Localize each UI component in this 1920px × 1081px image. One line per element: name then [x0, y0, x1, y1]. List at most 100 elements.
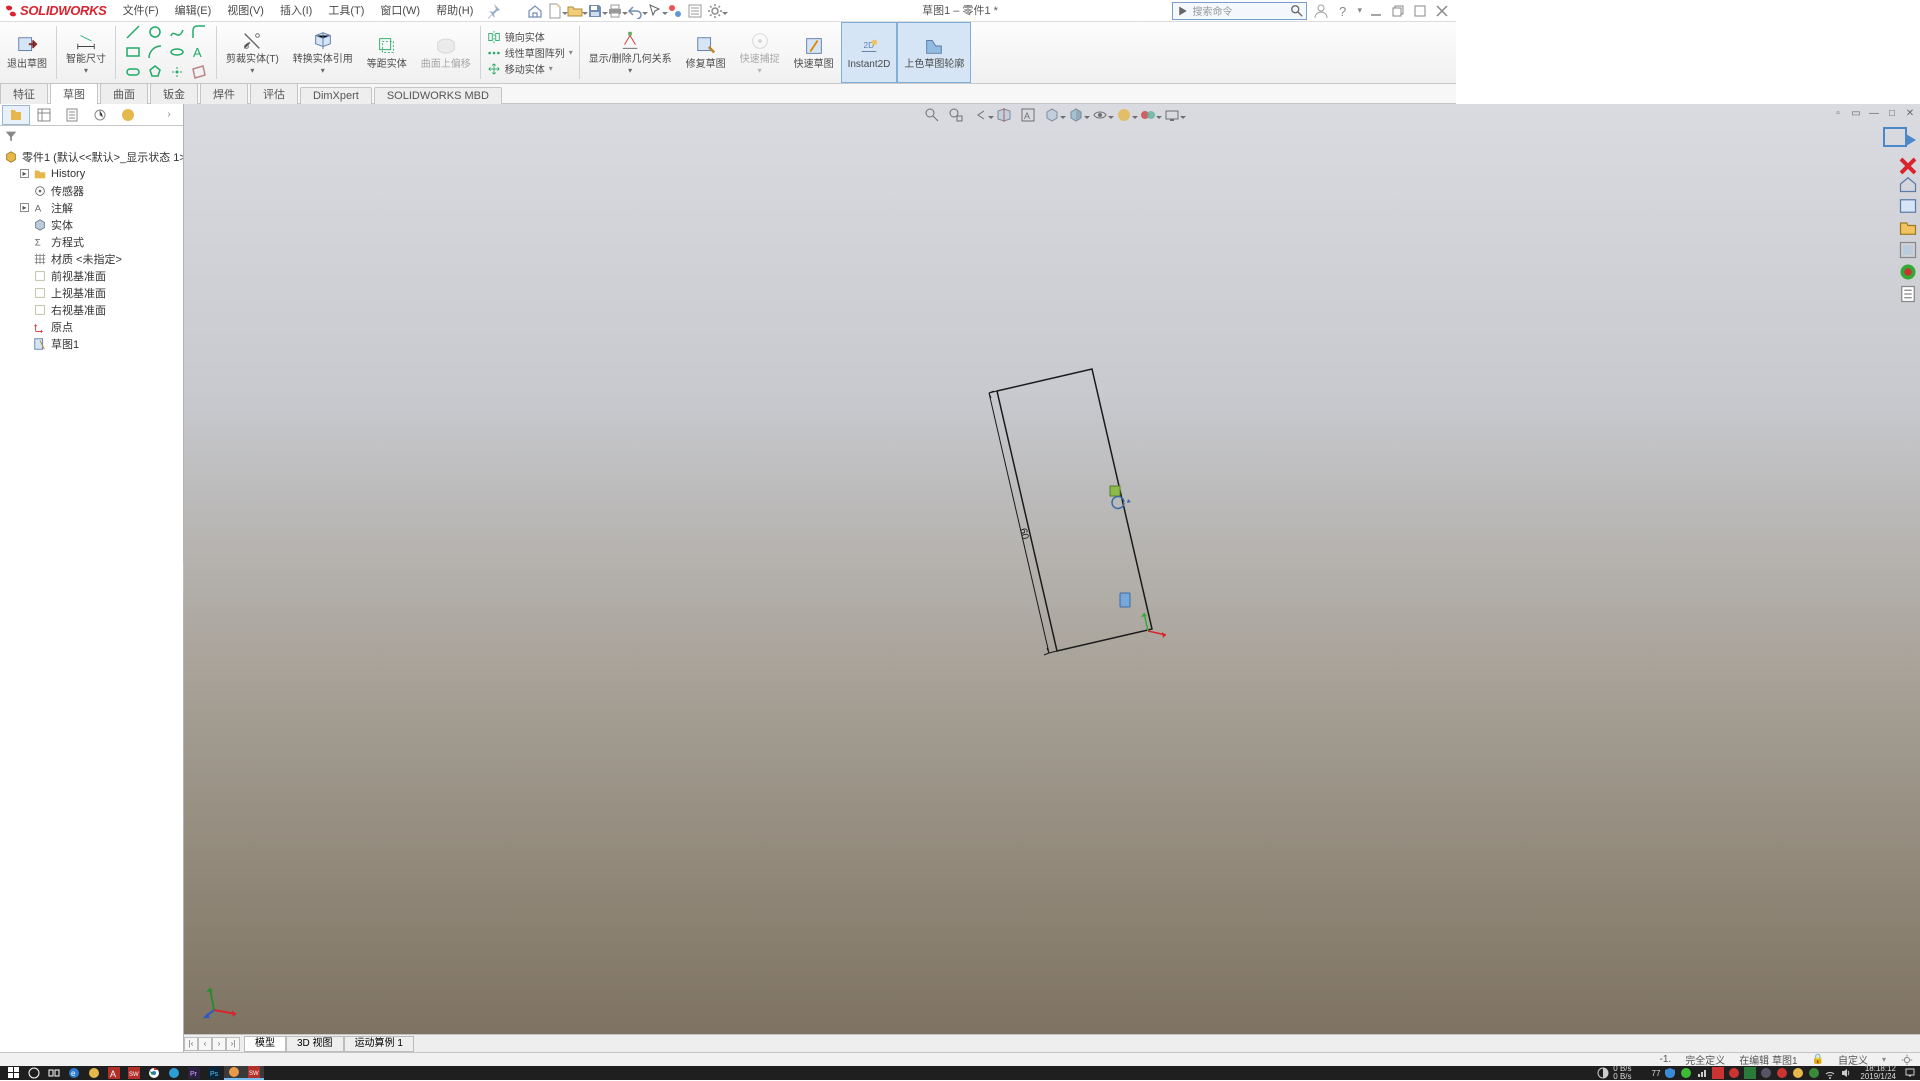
minimize-icon[interactable]	[1368, 3, 1384, 19]
options-list-icon[interactable]	[685, 1, 705, 21]
menu-help[interactable]: 帮助(H)	[428, 0, 481, 22]
tree-solidbodies[interactable]: 实体	[0, 216, 183, 233]
gtab-3dview[interactable]: 3D 视图	[286, 1036, 344, 1052]
settings-icon[interactable]	[705, 1, 725, 21]
hide-show-icon[interactable]	[1090, 105, 1110, 125]
tab-evaluate[interactable]: 评估	[250, 83, 298, 104]
taskpane-props-icon[interactable]	[1898, 284, 1918, 304]
close-icon[interactable]	[1434, 3, 1450, 19]
task-app1-icon[interactable]	[84, 1066, 104, 1080]
restore-icon[interactable]	[1390, 3, 1406, 19]
task-pr-icon[interactable]: Pr	[184, 1066, 204, 1080]
menu-view[interactable]: 视图(V)	[219, 0, 272, 22]
feature-tree[interactable]: 零件1 (默认<<默认>_显示状态 1>) ▸History 传感器 ▸A注解 …	[0, 146, 183, 1052]
graphics-area[interactable]: A ▫ ▭ — □ ✕	[184, 104, 1920, 1052]
new-icon[interactable]	[545, 1, 565, 21]
task-edge-icon[interactable]: e	[64, 1066, 84, 1080]
rapid-sketch-button[interactable]: 快速草图	[787, 22, 841, 83]
tree-front-plane[interactable]: 前视基准面	[0, 267, 183, 284]
task-ps-icon[interactable]: Ps	[204, 1066, 224, 1080]
exit-sketch-button[interactable]: 退出草图	[0, 22, 54, 83]
select-icon[interactable]	[645, 1, 665, 21]
tray-wechat-icon[interactable]	[1680, 1067, 1692, 1079]
taskpane-library-icon[interactable]	[1898, 196, 1918, 216]
convert-entities-button[interactable]: 转换实体引用▾	[286, 22, 360, 83]
taskpane-appearance-icon[interactable]	[1898, 262, 1918, 282]
appearance-icon[interactable]	[1114, 105, 1134, 125]
tray-i5-icon[interactable]	[1776, 1067, 1788, 1079]
tray-i1-icon[interactable]	[1712, 1067, 1724, 1079]
home-icon[interactable]	[525, 1, 545, 21]
slot-tool-icon[interactable]	[124, 63, 142, 81]
cortana-icon[interactable]	[24, 1066, 44, 1080]
tray-clock[interactable]: 18:18:122019/1/24	[1856, 1065, 1900, 1081]
section-view-icon[interactable]	[994, 105, 1014, 125]
rebuild-icon[interactable]	[665, 1, 685, 21]
taskpane-home-icon[interactable]	[1898, 174, 1918, 194]
offset-button[interactable]: 等距实体	[360, 22, 414, 83]
line-tool-icon[interactable]	[124, 23, 142, 41]
tray-net-icon[interactable]	[1696, 1067, 1708, 1079]
task-chrome-icon[interactable]	[144, 1066, 164, 1080]
tree-equations[interactable]: Σ方程式	[0, 233, 183, 250]
tree-top-plane[interactable]: 上视基准面	[0, 284, 183, 301]
plane-tool-icon[interactable]	[190, 63, 208, 81]
spline-tool-icon[interactable]	[168, 23, 186, 41]
tray-i7-icon[interactable]	[1808, 1067, 1820, 1079]
tab-nav-buttons[interactable]: |‹‹››|	[184, 1037, 240, 1051]
linear-pattern-button[interactable]: 线性草图阵列 ▾	[487, 45, 573, 60]
open-icon[interactable]	[565, 1, 585, 21]
point-tool-icon[interactable]	[168, 63, 186, 81]
view-triad[interactable]	[202, 982, 242, 1022]
doc-max-icon[interactable]: □	[1884, 106, 1900, 120]
gtab-model[interactable]: 模型	[244, 1036, 286, 1052]
task-app3-icon[interactable]	[164, 1066, 184, 1080]
task-app2-icon[interactable]: A	[104, 1066, 124, 1080]
tray-wifi-icon[interactable]	[1824, 1067, 1836, 1079]
menu-file[interactable]: 文件(F)	[115, 0, 167, 22]
sketch-geometry[interactable]: 60	[872, 351, 1232, 711]
tree-material[interactable]: 材质 <未指定>	[0, 250, 183, 267]
taskpane-view-icon[interactable]	[1898, 240, 1918, 260]
rectangle-tool-icon[interactable]	[124, 43, 142, 61]
tray-brightness-icon[interactable]	[1597, 1067, 1609, 1079]
circle-tool-icon[interactable]	[146, 23, 164, 41]
arc-tool-icon[interactable]	[146, 43, 164, 61]
taskpane-file-icon[interactable]	[1898, 218, 1918, 238]
tray-i3-icon[interactable]	[1744, 1067, 1756, 1079]
sketch-cancel-icon[interactable]	[1898, 156, 1918, 176]
tray-moon-icon[interactable]	[1636, 1067, 1648, 1079]
tree-annotations[interactable]: ▸A注解	[0, 199, 183, 216]
tab-weldments[interactable]: 焊件	[200, 83, 248, 104]
polygon-tool-icon[interactable]	[146, 63, 164, 81]
tree-sensors[interactable]: 传感器	[0, 182, 183, 199]
trim-button[interactable]: 剪裁实体(T)▾	[219, 22, 286, 83]
tab-sheetmetal[interactable]: 钣金	[150, 83, 198, 104]
doc-dock-icon[interactable]: ▫	[1830, 106, 1846, 120]
config-tab-icon[interactable]	[58, 105, 86, 125]
shaded-contour-button[interactable]: 上色草图轮廓	[897, 22, 971, 83]
help-icon[interactable]: ?	[1335, 3, 1351, 19]
dim-tab-icon[interactable]	[86, 105, 114, 125]
task-sw2-icon[interactable]: SW	[244, 1066, 264, 1080]
property-tab-icon[interactable]	[30, 105, 58, 125]
task-app4-icon[interactable]	[224, 1066, 244, 1080]
display-relations-button[interactable]: 显示/删除几何关系▾	[582, 22, 679, 83]
panel-expand-icon[interactable]: ›	[155, 105, 183, 125]
task-sw-icon[interactable]: SW	[124, 1066, 144, 1080]
display-tab-icon[interactable]	[114, 105, 142, 125]
tab-surfaces[interactable]: 曲面	[100, 83, 148, 104]
feature-tree-tab-icon[interactable]	[2, 105, 30, 125]
save-icon[interactable]	[585, 1, 605, 21]
tab-features[interactable]: 特征	[0, 83, 48, 104]
doc-close-icon[interactable]: ✕	[1902, 106, 1918, 120]
zoom-area-icon[interactable]	[946, 105, 966, 125]
dynamic-annotation-icon[interactable]: A	[1018, 105, 1038, 125]
tree-right-plane[interactable]: 右视基准面	[0, 301, 183, 318]
move-button[interactable]: 移动实体 ▾	[487, 61, 573, 76]
menu-insert[interactable]: 插入(I)	[272, 0, 320, 22]
start-icon[interactable]	[4, 1066, 24, 1080]
fillet-tool-icon[interactable]	[190, 23, 208, 41]
pin-icon[interactable]	[485, 3, 501, 19]
tray-i2-icon[interactable]	[1728, 1067, 1740, 1079]
